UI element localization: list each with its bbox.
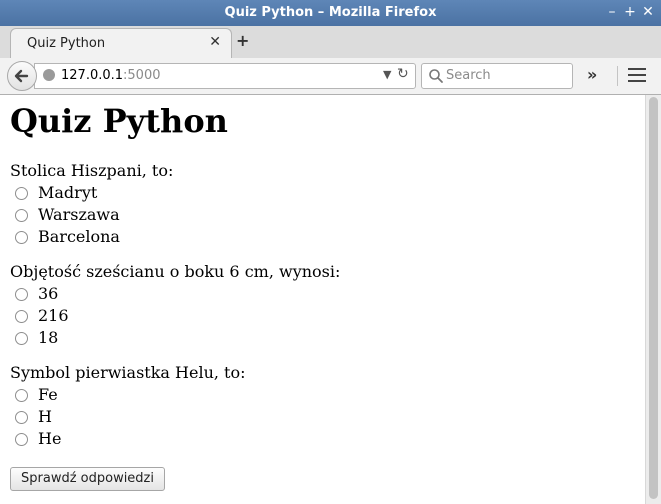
answer-label[interactable]: 18: [38, 328, 58, 347]
vertical-scrollbar[interactable]: [645, 95, 661, 504]
answer-label[interactable]: Warszawa: [38, 205, 120, 224]
answer-label[interactable]: He: [38, 429, 61, 448]
answer-label[interactable]: Barcelona: [38, 227, 120, 246]
radio-button[interactable]: [15, 332, 28, 345]
tab-quiz-python[interactable]: Quiz Python ✕: [10, 28, 232, 59]
navigation-toolbar: 127.0.0.1:5000 ▼ ↻ Search »: [0, 58, 661, 95]
address-bar[interactable]: 127.0.0.1:5000 ▼ ↻: [34, 63, 416, 89]
search-input[interactable]: Search: [421, 63, 573, 89]
question-text: Objętość sześcianu o boku 6 cm, wynosi:: [10, 262, 341, 281]
question-text: Stolica Hiszpani, to:: [10, 161, 174, 180]
page-content: Quiz Python Stolica Hiszpani, to: Madryt…: [0, 95, 645, 504]
question-text: Symbol pierwiastka Helu, to:: [10, 363, 246, 382]
answer-label[interactable]: Fe: [38, 385, 58, 404]
radio-button[interactable]: [15, 231, 28, 244]
radio-button[interactable]: [15, 187, 28, 200]
answer-label[interactable]: Madryt: [38, 183, 97, 202]
scrollbar-thumb[interactable]: [649, 97, 658, 499]
close-icon[interactable]: ✕: [640, 4, 656, 20]
tab-close-icon[interactable]: ✕: [209, 34, 221, 50]
url-host: 127.0.0.1: [61, 68, 124, 83]
search-icon: [428, 68, 444, 84]
reload-icon[interactable]: ↻: [397, 66, 409, 82]
page-title: Quiz Python: [10, 102, 228, 140]
tab-strip: Quiz Python ✕ +: [0, 26, 661, 59]
radio-button[interactable]: [15, 209, 28, 222]
new-tab-icon[interactable]: +: [236, 31, 249, 50]
overflow-icon[interactable]: »: [587, 65, 597, 84]
minimize-icon[interactable]: –: [604, 4, 620, 20]
back-icon: [14, 69, 29, 83]
toolbar-divider: [617, 66, 618, 86]
globe-icon: [43, 69, 55, 81]
answer-label[interactable]: 36: [38, 284, 58, 303]
answer-label[interactable]: H: [38, 407, 52, 426]
url-text: 127.0.0.1:5000: [61, 68, 161, 83]
radio-button[interactable]: [15, 411, 28, 424]
dropdown-icon[interactable]: ▼: [383, 68, 391, 81]
hamburger-menu-icon[interactable]: [628, 67, 646, 83]
url-port: :5000: [123, 68, 161, 83]
maximize-icon[interactable]: +: [622, 4, 638, 20]
radio-button[interactable]: [15, 310, 28, 323]
radio-button[interactable]: [15, 433, 28, 446]
window-title: Quiz Python – Mozilla Firefox: [224, 5, 437, 20]
window-titlebar: Quiz Python – Mozilla Firefox – + ✕: [0, 0, 661, 26]
radio-button[interactable]: [15, 389, 28, 402]
answer-label[interactable]: 216: [38, 306, 69, 325]
search-placeholder: Search: [446, 68, 491, 83]
submit-button[interactable]: Sprawdź odpowiedzi: [10, 467, 165, 491]
tab-label: Quiz Python: [27, 36, 106, 51]
radio-button[interactable]: [15, 288, 28, 301]
back-button[interactable]: [7, 61, 37, 91]
